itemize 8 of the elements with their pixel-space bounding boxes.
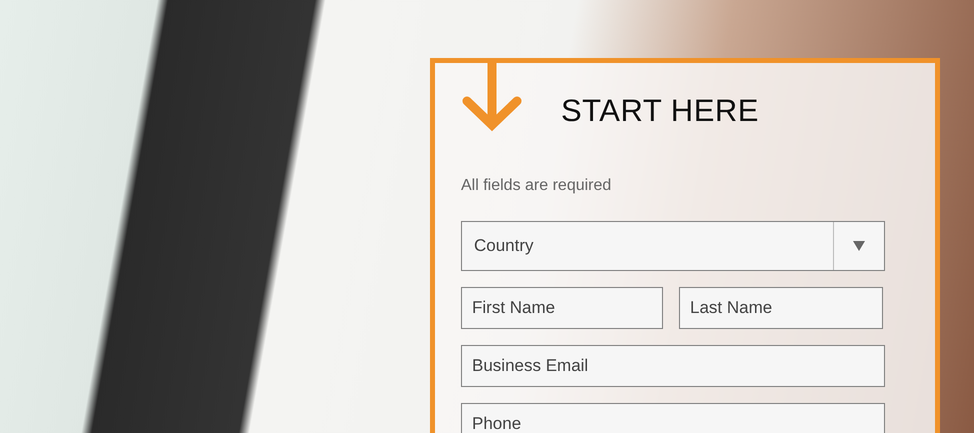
caret-icon <box>853 241 865 251</box>
input-field[interactable]: First Name <box>461 287 663 329</box>
form-title: START HERE <box>561 93 759 129</box>
country-dropdown[interactable]: Country <box>461 221 885 271</box>
input-field[interactable]: Business Email <box>461 345 885 387</box>
required-note: All fields are required <box>461 177 612 195</box>
input-field[interactable]: Last Name <box>679 287 883 329</box>
input-field[interactable]: Phone <box>461 403 885 433</box>
